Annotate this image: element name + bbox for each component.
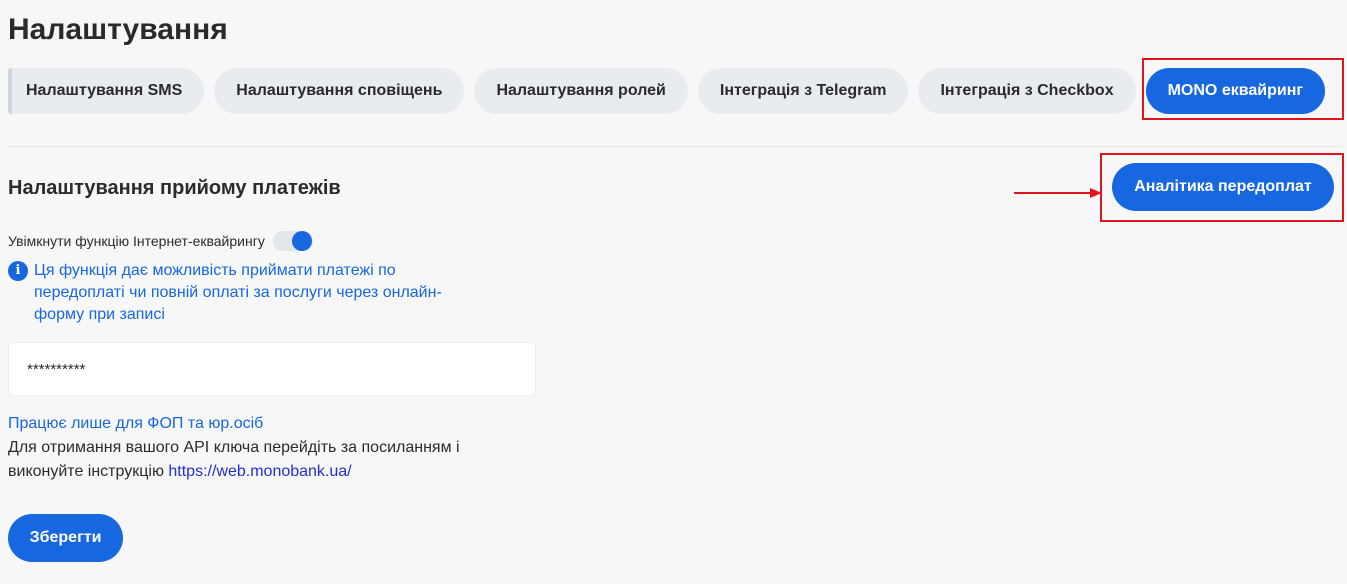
fop-note: Працює лише для ФОП та юр.осіб (8, 415, 264, 432)
info-text: Ця функція дає можливість приймати плате… (34, 262, 442, 323)
tab-telegram-integration[interactable]: Інтеграція з Telegram (697, 68, 909, 114)
tab-label: Інтеграція з Telegram (719, 82, 887, 99)
tab-checkbox-integration[interactable]: Інтеграція з Checkbox (918, 68, 1136, 114)
acquiring-toggle-row: Увімкнути функцію Інтернет-еквайрингу (8, 230, 313, 252)
save-button[interactable]: Зберегти (8, 514, 123, 562)
tab-sms-settings[interactable]: Налаштування SMS (8, 68, 205, 114)
prepayment-analytics-button[interactable]: Аналітика передоплат (1112, 163, 1334, 211)
acquiring-toggle[interactable] (272, 231, 313, 251)
arrow-right-icon (1014, 188, 1102, 198)
toggle-label: Увімкнути функцію Інтернет-еквайрингу (8, 233, 265, 249)
tab-label: Налаштування SMS (26, 82, 183, 99)
section-title: Налаштування прийому платежів (8, 177, 341, 199)
tab-label: Налаштування ролей (496, 82, 666, 99)
tab-mono-acquiring[interactable]: MONO еквайринг (1145, 68, 1326, 114)
page-title: Налаштування (8, 13, 228, 46)
api-key-input[interactable] (8, 342, 536, 396)
tab-notification-settings[interactable]: Налаштування сповіщень (214, 68, 465, 114)
info-icon: i (8, 261, 28, 281)
monobank-link[interactable]: https://web.monobank.ua/ (168, 463, 351, 480)
toggle-knob (291, 231, 312, 251)
tab-role-settings[interactable]: Налаштування ролей (474, 68, 688, 114)
divider (8, 146, 1341, 147)
tab-label: MONO еквайринг (1167, 82, 1304, 99)
settings-tabs: Налаштування SMS Налаштування сповіщень … (8, 68, 1326, 114)
info-message: i Ця функція дає можливість приймати пла… (8, 260, 448, 326)
tab-label: Інтеграція з Checkbox (940, 82, 1114, 99)
tab-label: Налаштування сповіщень (236, 82, 443, 99)
api-key-note: Працює лише для ФОП та юр.осіб Для отрим… (8, 412, 528, 484)
settings-page: Налаштування Налаштування SMS Налаштуван… (0, 0, 1347, 584)
